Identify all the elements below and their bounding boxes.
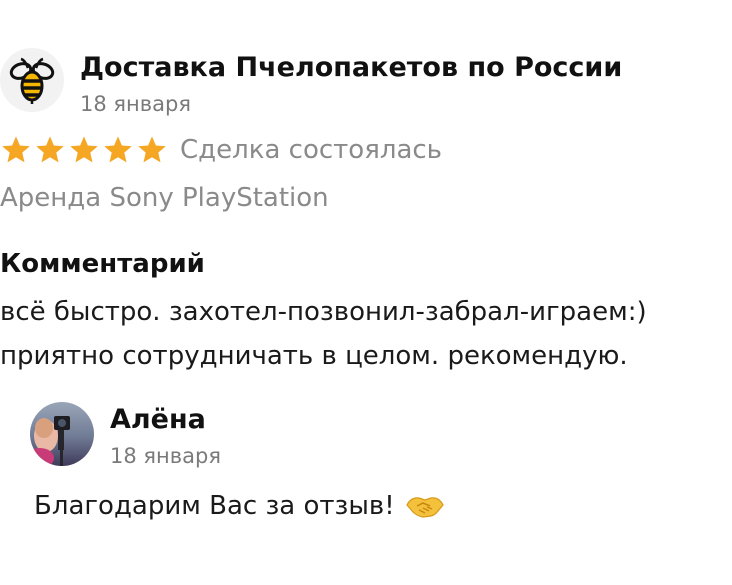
comment-line: приятно сотрудничать в целом. рекомендую… (0, 341, 628, 371)
rating-row: Сделка состоялась (0, 132, 442, 168)
review-date: 18 января (80, 92, 191, 116)
reviewer-name[interactable]: Доставка Пчелопакетов по России (80, 50, 622, 86)
seller-reply: Алёна 18 января Благодарим Вас за отзыв! (30, 402, 444, 521)
deal-status: Сделка состоялась (180, 135, 443, 165)
comment-line: всё быстро. захотел-позвонил-забрал-игра… (0, 297, 647, 327)
bee-icon (9, 57, 55, 104)
reply-text-row: Благодарим Вас за отзыв! (34, 488, 445, 524)
review-card: Доставка Пчелопакетов по России 18 январ… (0, 0, 732, 585)
star-icon (2, 136, 30, 163)
reviewer-header: Доставка Пчелопакетов по России 18 январ… (0, 48, 622, 118)
reply-text: Благодарим Вас за отзыв! (34, 491, 395, 521)
reply-header: Алёна 18 января (30, 402, 221, 470)
star-rating (0, 134, 170, 166)
star-icon (104, 136, 132, 163)
item-title[interactable]: Аренда Sony PlayStation (0, 180, 329, 216)
avatar[interactable] (30, 402, 94, 466)
reply-info: Алёна 18 января (110, 402, 221, 470)
avatar-photo (30, 402, 94, 466)
comment-heading: Комментарий (0, 249, 205, 279)
star-icon (36, 136, 64, 163)
star-icon (138, 136, 166, 163)
comment-text: всё быстро. захотел-позвонил-забрал-игра… (0, 290, 725, 378)
reply-date: 18 января (110, 444, 221, 468)
reviewer-info: Доставка Пчелопакетов по России 18 январ… (80, 48, 622, 118)
reviewer-logo[interactable] (0, 48, 64, 112)
star-icon (70, 136, 98, 163)
reply-author[interactable]: Алёна (110, 402, 221, 438)
handshake-icon (405, 497, 444, 518)
